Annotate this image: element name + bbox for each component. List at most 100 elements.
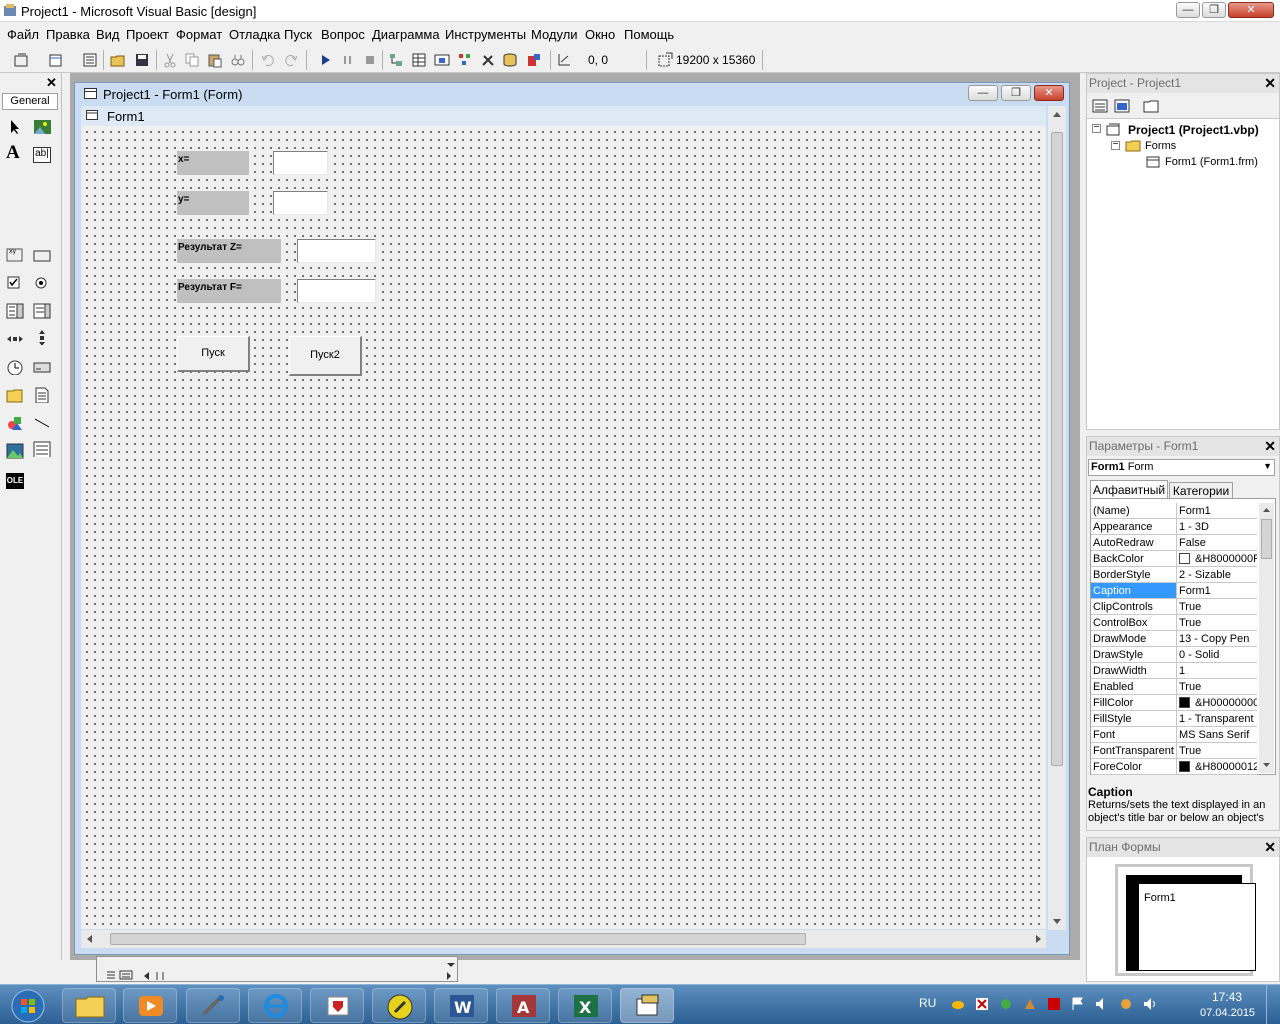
dirlistbox-tool-icon[interactable]	[6, 387, 24, 403]
volume-tray-icon[interactable]	[1095, 997, 1109, 1011]
security-tray-icon[interactable]	[975, 997, 989, 1011]
scroll-right-icon[interactable]	[1035, 934, 1043, 944]
scroll-left-icon[interactable]	[85, 934, 93, 944]
timer-tool-icon[interactable]	[6, 359, 24, 375]
label-y[interactable]: y=	[177, 191, 249, 215]
scroll-arrows-icon[interactable]	[446, 959, 456, 981]
view-object-icon[interactable]	[1114, 98, 1130, 114]
property-row-drawstyle[interactable]: DrawStyle 0 - Solid	[1091, 647, 1257, 663]
property-row-fillcolor[interactable]: FillColor&H00000000&	[1091, 695, 1257, 711]
clock-time[interactable]: 17:43	[1212, 990, 1242, 1004]
project-panel-close-icon[interactable]: ✕	[1264, 75, 1276, 92]
combobox-tool-icon[interactable]	[6, 303, 24, 319]
tree-forms-folder[interactable]: Forms	[1145, 140, 1176, 152]
tree-collapse-icon[interactable]: −	[1111, 140, 1120, 150]
pointer-icon[interactable]	[6, 119, 24, 135]
label-result-z[interactable]: Результат Z=	[177, 239, 281, 263]
taskbar-excel[interactable]: X	[558, 988, 612, 1023]
property-row-fonttransparent[interactable]: FontTransparent True	[1091, 743, 1257, 759]
menu-view[interactable]: Вид	[96, 27, 120, 42]
menu-project[interactable]: Проект	[126, 27, 169, 42]
property-row-drawwidth[interactable]: DrawWidth 1	[1091, 663, 1257, 679]
menu-query[interactable]: Вопрос	[321, 27, 365, 42]
taskbar-ie[interactable]	[248, 988, 302, 1023]
taskbar-explorer[interactable]	[62, 988, 116, 1023]
find-icon[interactable]	[230, 52, 246, 68]
close-button[interactable]: ✕	[1228, 2, 1274, 18]
data-tool-icon[interactable]	[33, 441, 51, 457]
property-grid-scrollbar[interactable]	[1259, 503, 1274, 773]
copy-icon[interactable]	[184, 52, 200, 68]
menu-edit[interactable]: Правка	[46, 27, 90, 42]
shape-tool-icon[interactable]	[6, 415, 24, 431]
taskbar-word[interactable]: W	[434, 988, 488, 1023]
taskbar-access[interactable]: A	[496, 988, 550, 1023]
pdf-tray-icon[interactable]	[1047, 997, 1061, 1011]
start2-button[interactable]: Пуск2	[289, 336, 362, 376]
form-layout-icon[interactable]	[434, 52, 450, 68]
property-row-borderstyle[interactable]: BorderStyle 2 - Sizable	[1091, 567, 1257, 583]
toolbox-close-icon[interactable]: ✕	[46, 75, 57, 91]
flag-tray-icon[interactable]	[1071, 997, 1085, 1011]
textbox-tool-icon[interactable]: ab|	[33, 147, 51, 163]
add-form-icon[interactable]	[48, 52, 64, 68]
property-row-caption[interactable]: Caption Form1	[1091, 583, 1257, 599]
start-icon[interactable]	[318, 52, 334, 68]
break-icon[interactable]	[340, 52, 356, 68]
frame-tool-icon[interactable]: xy	[6, 246, 24, 262]
menu-debug[interactable]: Отладка	[229, 27, 280, 42]
label-result-f[interactable]: Результат F=	[177, 279, 281, 303]
view-toggle-icon[interactable]	[105, 969, 135, 981]
textbox-result-z[interactable]	[297, 239, 376, 263]
drivelistbox-tool-icon[interactable]	[33, 359, 51, 375]
tree-collapse-icon[interactable]: −	[1092, 123, 1101, 133]
menu-format[interactable]: Формат	[176, 27, 222, 42]
menu-file[interactable]: Файл	[7, 27, 39, 42]
tab-categorized[interactable]: Категории	[1169, 482, 1233, 498]
form-vertical-scrollbar[interactable]	[1048, 106, 1066, 930]
object-browser-icon[interactable]	[457, 52, 473, 68]
textbox-result-f[interactable]	[297, 279, 376, 303]
cut-icon[interactable]	[162, 52, 178, 68]
taskbar-tool[interactable]	[186, 988, 240, 1023]
property-row-name[interactable]: (Name) Form1	[1091, 503, 1257, 519]
end-icon[interactable]	[362, 52, 378, 68]
property-scroll-thumb[interactable]	[1261, 519, 1272, 559]
clock-date[interactable]: 07.04.2015	[1200, 1007, 1255, 1019]
properties-window-icon[interactable]	[411, 52, 427, 68]
network-tray-icon[interactable]	[1023, 997, 1037, 1011]
vscrollbar-tool-icon[interactable]	[33, 329, 51, 345]
open-project-icon[interactable]	[110, 52, 126, 68]
property-row-autoredraw[interactable]: AutoRedraw False	[1091, 535, 1257, 551]
scroll-down-icon[interactable]	[1262, 762, 1271, 769]
form-window-minimize-button[interactable]: —	[968, 85, 998, 101]
tree-project[interactable]: Project1 (Project1.vbp)	[1128, 123, 1259, 137]
menu-help[interactable]: Помощь	[624, 27, 674, 42]
taskbar-media-player[interactable]	[123, 988, 177, 1023]
scroll-up-icon[interactable]	[1052, 110, 1062, 118]
restore-button[interactable]: ❐	[1202, 2, 1226, 18]
power-tray-icon[interactable]	[1119, 997, 1133, 1011]
commandbutton-tool-icon[interactable]	[33, 248, 51, 264]
form-preview[interactable]: Form1	[1138, 883, 1256, 971]
menu-editor-icon[interactable]	[82, 52, 98, 68]
view-code-icon[interactable]	[1092, 98, 1108, 114]
tree-form1-file[interactable]: Form1 (Form1.frm)	[1165, 156, 1258, 168]
minimize-button[interactable]: —	[1176, 2, 1200, 18]
taskbar-app[interactable]	[310, 988, 364, 1023]
hscrollbar-tool-icon[interactable]	[6, 331, 24, 347]
immediate-window-stub[interactable]	[96, 956, 458, 982]
property-row-enabled[interactable]: Enabled True	[1091, 679, 1257, 695]
data-view-icon[interactable]	[502, 52, 518, 68]
language-indicator[interactable]: RU	[919, 996, 936, 1010]
undo-icon[interactable]	[260, 52, 276, 68]
ole-tool-icon[interactable]: OLE	[6, 473, 24, 489]
property-row-controlbox[interactable]: ControlBox True	[1091, 615, 1257, 631]
tab-alphabetic[interactable]: Алфавитный	[1090, 480, 1168, 498]
sound-tray-icon[interactable]	[1143, 997, 1157, 1011]
project-explorer-icon[interactable]	[388, 52, 404, 68]
toolbox-tab-general[interactable]: General	[2, 93, 58, 110]
form-window-restore-button[interactable]: ❐	[1001, 85, 1031, 101]
form-design-surface[interactable]: x= y= Результат Z= Результат F= Пуск Пус…	[81, 126, 1046, 929]
update-tray-icon[interactable]	[999, 997, 1013, 1011]
